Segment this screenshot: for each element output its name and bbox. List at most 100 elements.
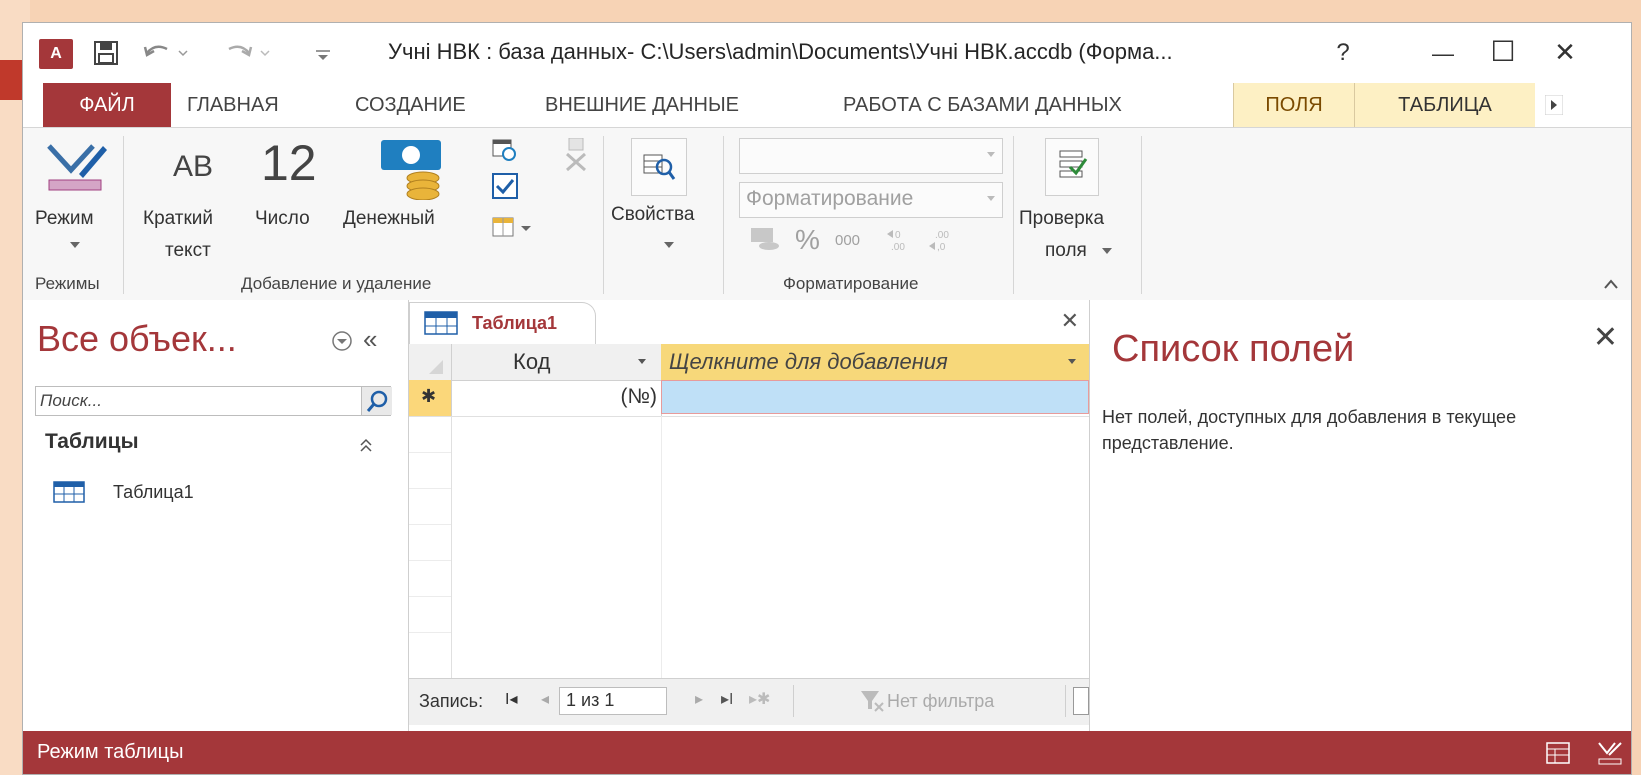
row-gridline — [409, 560, 451, 561]
format-dropdown[interactable]: Форматирование — [739, 182, 1003, 218]
tab-fields[interactable]: ПОЛЯ — [1233, 83, 1355, 127]
ribbon-separator — [123, 136, 124, 294]
view-mode-icon[interactable] — [45, 140, 109, 194]
close-field-list-icon[interactable]: ✕ — [1593, 320, 1618, 355]
no-filter-icon[interactable] — [859, 689, 885, 713]
help-button[interactable]: ? — [1323, 39, 1363, 67]
number-label[interactable]: Число — [255, 208, 310, 230]
document-tab-table1[interactable]: Таблица1 — [409, 302, 596, 345]
column-header-code[interactable]: Код — [451, 344, 662, 380]
view-mode-label[interactable]: Режим — [35, 208, 94, 230]
row-selector-column — [409, 416, 452, 678]
format-dropdown-label: Форматирование — [746, 187, 914, 210]
previous-record-button[interactable]: ◂ — [541, 689, 549, 709]
field-validation-icon — [1059, 150, 1088, 178]
short-text-icon[interactable]: AB — [173, 150, 213, 184]
more-fields-icon[interactable] — [491, 214, 541, 240]
table-icon — [424, 311, 458, 335]
nav-search-input[interactable]: Поиск... — [35, 386, 391, 416]
close-window-button[interactable]: ✕ — [1545, 37, 1585, 68]
undo-icon[interactable] — [141, 41, 191, 65]
record-position-input[interactable]: 1 из 1 — [559, 687, 667, 715]
nav-collapse-icon[interactable]: « — [363, 324, 377, 355]
currency-icon[interactable] — [379, 138, 447, 200]
row-selector[interactable]: ✱ — [409, 380, 452, 416]
nav-search-box[interactable] — [1073, 687, 1089, 715]
table-icon — [53, 481, 85, 503]
field-validation-dropdown-icon[interactable] — [1101, 246, 1113, 256]
customize-qat-icon[interactable] — [313, 45, 333, 65]
column-dropdown-icon[interactable] — [1067, 358, 1077, 366]
percent-format-button[interactable]: % — [795, 224, 820, 256]
tab-table[interactable]: ТАБЛИЦА — [1355, 83, 1535, 127]
tabs-scroll-right-icon[interactable] — [1545, 95, 1563, 115]
tab-external-data[interactable]: ВНЕШНИЕ ДАННЫЕ — [545, 83, 739, 127]
no-filter-label[interactable]: Нет фильтра — [887, 691, 994, 712]
last-record-button[interactable]: ▸I — [721, 689, 733, 709]
design-view-icon[interactable] — [1595, 739, 1625, 767]
new-record-button[interactable]: ▸✱ — [749, 689, 770, 709]
access-logo-icon: A — [39, 39, 73, 69]
new-record-icon: ✱ — [421, 386, 437, 406]
properties-dropdown-icon[interactable] — [663, 240, 675, 250]
datasheet-document: Таблица1 ✕ Код Щелкните для добавления ✱… — [409, 300, 1089, 731]
header-row: Код Щелкните для добавления — [409, 344, 1089, 381]
delete-field-icon[interactable] — [563, 138, 589, 172]
column-header-label: Щелкните для добавления — [669, 349, 948, 374]
svg-text:.00: .00 — [935, 230, 949, 241]
thousands-format-button[interactable]: 000 — [835, 232, 860, 249]
close-document-icon[interactable]: ✕ — [1061, 308, 1079, 334]
cell-code[interactable]: (№) — [451, 380, 662, 416]
field-validation-label-line2[interactable]: поля — [1045, 240, 1087, 262]
nav-bar-separator — [793, 685, 794, 717]
nav-pane-title[interactable]: Все объек... — [37, 318, 237, 360]
column-header-add-field[interactable]: Щелкните для добавления — [661, 344, 1089, 380]
cell-add-field[interactable] — [661, 380, 1089, 414]
field-list-pane: Список полей ✕ Нет полей, доступных для … — [1089, 300, 1631, 731]
nav-menu-icon[interactable] — [331, 330, 353, 352]
nav-group-collapse-icon[interactable] — [359, 438, 373, 454]
tab-database-tools[interactable]: РАБОТА С БАЗАМИ ДАННЫХ — [843, 83, 1122, 127]
field-validation-label-line1[interactable]: Проверка — [1019, 208, 1104, 230]
currency-label[interactable]: Денежный — [343, 208, 435, 230]
datasheet-view-icon[interactable] — [1543, 739, 1573, 767]
view-mode-dropdown-icon[interactable] — [69, 240, 81, 250]
document-tab-label: Таблица1 — [472, 313, 558, 333]
properties-label[interactable]: Свойства — [611, 204, 694, 226]
tab-file[interactable]: ФАЙЛ — [43, 83, 171, 127]
save-icon[interactable] — [93, 40, 119, 66]
increase-decimals-icon[interactable]: 0 .00 — [885, 228, 913, 254]
properties-icon-box[interactable] — [631, 138, 687, 196]
new-record-row[interactable]: ✱ (№) — [409, 380, 1089, 417]
short-text-label-line2[interactable]: текст — [165, 240, 211, 262]
decrease-decimals-icon[interactable]: .00 ,0 — [927, 228, 955, 254]
nav-item-table1[interactable]: Таблица1 — [53, 478, 194, 506]
select-all-corner[interactable] — [409, 344, 452, 380]
ribbon-separator — [603, 136, 604, 294]
first-record-button[interactable]: I◂ — [505, 689, 517, 709]
collapse-ribbon-icon[interactable] — [1603, 278, 1619, 290]
short-text-label-line1[interactable]: Краткий — [143, 208, 213, 230]
next-record-button[interactable]: ▸ — [695, 689, 703, 709]
search-icon — [366, 390, 388, 412]
field-validation-icon-box[interactable] — [1045, 138, 1099, 196]
status-text: Режим таблицы — [37, 741, 184, 763]
status-bar: Режим таблицы — [23, 731, 1631, 774]
chevron-down-icon — [987, 152, 995, 157]
number-icon[interactable]: 12 — [261, 134, 317, 192]
redo-icon[interactable] — [223, 41, 273, 65]
ribbon-separator — [1013, 136, 1014, 294]
date-time-icon[interactable] — [491, 136, 517, 162]
column-dropdown-icon[interactable] — [637, 358, 647, 366]
yes-no-checkbox-icon[interactable] — [491, 172, 519, 200]
minimize-button[interactable]: — — [1423, 41, 1463, 67]
currency-format-icon[interactable] — [749, 226, 783, 252]
record-label: Запись: — [419, 691, 484, 711]
maximize-button[interactable]: ☐ — [1483, 35, 1523, 68]
data-type-dropdown[interactable] — [739, 138, 1003, 174]
nav-group-tables[interactable]: Таблицы — [45, 430, 139, 454]
tab-create[interactable]: СОЗДАНИЕ — [355, 83, 466, 127]
tab-home[interactable]: ГЛАВНАЯ — [187, 83, 279, 127]
nav-search-button[interactable] — [361, 387, 392, 415]
column-header-label: Код — [513, 349, 551, 374]
